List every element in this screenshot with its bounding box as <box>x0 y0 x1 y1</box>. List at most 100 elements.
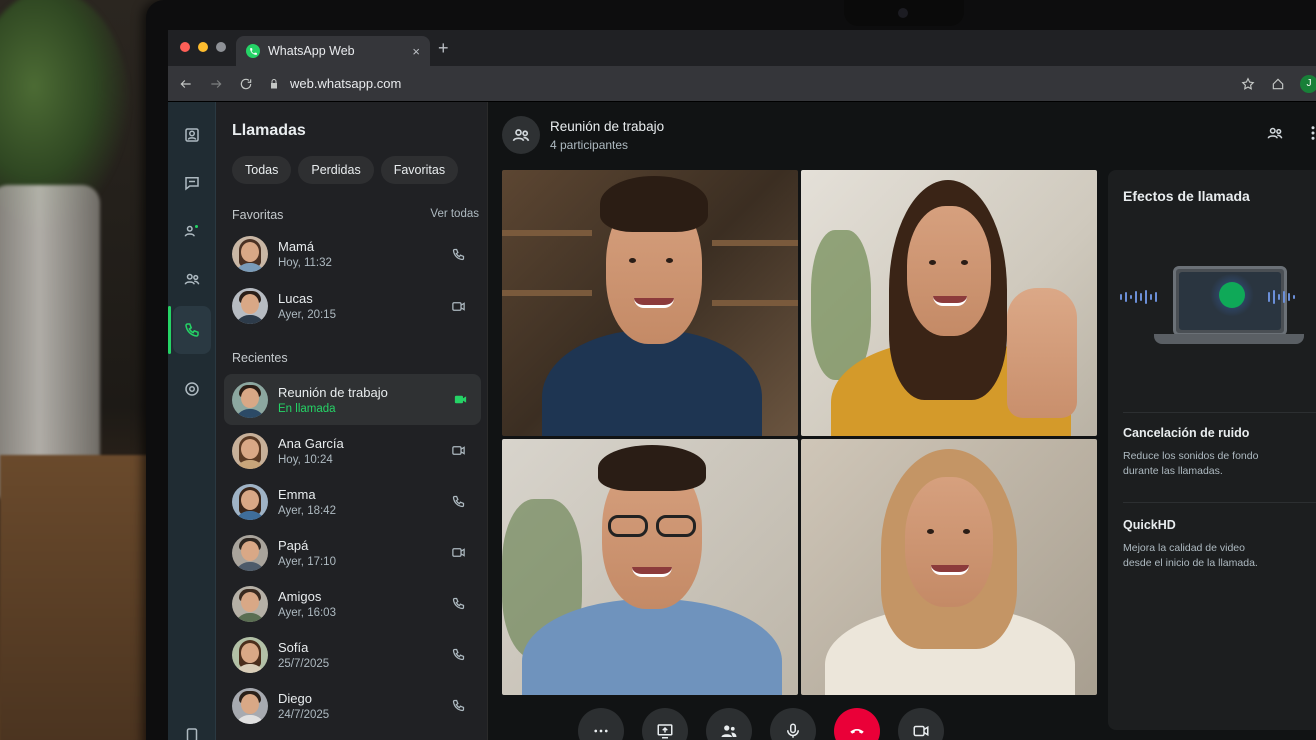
video-icon[interactable] <box>449 544 467 562</box>
call-area: Reunión de trabajo 4 participantes Efect… <box>488 102 1316 740</box>
recent-item-active[interactable]: Reunión de trabajo En llamada <box>224 374 481 425</box>
contact-name: Ana García <box>278 435 344 451</box>
extensions-icon[interactable] <box>1270 76 1286 92</box>
screen-share-icon[interactable] <box>642 708 688 740</box>
chip-missed[interactable]: Perdidas <box>298 156 374 184</box>
recent-item[interactable]: Papá Ayer, 17:10 <box>232 527 479 578</box>
phone-icon[interactable] <box>449 697 467 715</box>
noise-cancellation-desc: Reduce los sonidos de fondo durante las … <box>1123 450 1259 477</box>
contact-name: Emma <box>278 486 316 502</box>
avatar <box>232 687 268 724</box>
avatar <box>232 432 268 469</box>
call-time: Hoy, 11:32 <box>278 257 332 269</box>
url-field[interactable]: web.whatsapp.com <box>268 76 1226 91</box>
phone-icon[interactable] <box>449 646 467 664</box>
contact-name: Reunión de trabajo <box>278 384 388 400</box>
whatsapp-logo-icon <box>246 44 260 58</box>
messages-icon[interactable] <box>173 164 211 202</box>
more-icon[interactable] <box>578 708 624 740</box>
recent-item[interactable]: Amigos Ayer, 16:03 <box>232 578 479 629</box>
minimize-window-button[interactable] <box>198 42 208 52</box>
chip-favorites[interactable]: Favoritas <box>380 156 459 184</box>
settings-icon[interactable] <box>173 716 211 740</box>
noise-cancellation-illustration <box>1120 234 1316 364</box>
participant-count: 4 participantes <box>550 137 629 152</box>
phone-icon[interactable] <box>449 595 467 613</box>
video-icon[interactable] <box>451 391 469 409</box>
participant-video-2[interactable] <box>801 170 1097 436</box>
noise-cancellation-option: Cancelación de ruido Reduce los sonidos … <box>1123 426 1316 479</box>
communities-icon[interactable] <box>173 260 211 298</box>
laptop-screen: WhatsApp Web × + web.whatsapp.com J Llam… <box>168 30 1316 740</box>
status-icon[interactable] <box>173 212 211 250</box>
call-effects-panel: Efectos de llamada Cancelación de ruido <box>1108 170 1316 730</box>
more-options-icon[interactable] <box>1304 124 1316 147</box>
whatsapp-app: Llamadas Todas Perdidas Favoritas Favori… <box>168 102 1316 740</box>
calls-icon[interactable] <box>173 306 211 354</box>
participant-video-3[interactable] <box>502 439 798 695</box>
chip-all[interactable]: Todas <box>232 156 292 184</box>
tab-close-icon[interactable]: × <box>412 44 420 59</box>
video-icon[interactable] <box>449 297 467 315</box>
end-call-icon[interactable] <box>834 708 880 740</box>
quickhd-title: QuickHD <box>1123 518 1176 532</box>
favorite-item[interactable]: Lucas Ayer, 20:15 <box>232 280 479 332</box>
group-avatar-icon <box>502 116 540 154</box>
call-status: En llamada <box>278 402 336 415</box>
contact-name: Sofía <box>278 639 309 655</box>
bookmark-star-icon[interactable] <box>1240 76 1256 92</box>
wooden-table <box>0 455 160 740</box>
browser-tabbar: WhatsApp Web × + <box>168 30 1316 66</box>
meta-ai-icon[interactable] <box>173 370 211 408</box>
avatar <box>232 236 268 272</box>
participant-video-4[interactable] <box>801 439 1097 695</box>
recent-item[interactable]: Emma Ayer, 18:42 <box>232 476 479 527</box>
call-time: Ayer, 17:10 <box>278 555 336 568</box>
call-time: 25/7/2025 <box>278 657 330 670</box>
call-title: Reunión de trabajo <box>550 118 665 134</box>
browser-tab[interactable]: WhatsApp Web × <box>236 36 430 66</box>
video-icon[interactable] <box>898 708 944 740</box>
recent-item[interactable]: Sofía 25/7/2025 <box>232 629 479 680</box>
profile-avatar[interactable]: J <box>1300 74 1316 93</box>
call-time: Hoy, 10:24 <box>278 453 333 466</box>
close-window-button[interactable] <box>180 42 190 52</box>
contact-name: Papá <box>278 537 309 553</box>
contact-name: Amigos <box>278 588 322 604</box>
new-tab-button[interactable]: + <box>438 38 449 59</box>
call-time: Ayer, 18:42 <box>278 504 336 517</box>
nav-rail <box>168 102 216 740</box>
contact-name: Mamá <box>278 239 315 254</box>
quickhd-option: QuickHD Mejora la calidad de video desde… <box>1123 518 1316 571</box>
url-text: web.whatsapp.com <box>290 76 402 91</box>
call-header: Reunión de trabajo 4 participantes <box>502 116 664 154</box>
panel-title: Llamadas <box>232 122 306 139</box>
mic-icon[interactable] <box>770 708 816 740</box>
participants-icon[interactable] <box>1266 124 1284 147</box>
call-time: Ayer, 16:03 <box>278 606 336 619</box>
active-indicator <box>168 306 171 354</box>
phone-icon[interactable] <box>449 245 467 263</box>
avatar <box>232 585 268 622</box>
phone-icon[interactable] <box>449 493 467 511</box>
recent-item[interactable]: Ana García Hoy, 10:24 <box>232 425 479 476</box>
forward-icon[interactable] <box>208 76 224 92</box>
chats-icon[interactable] <box>173 116 211 154</box>
reload-icon[interactable] <box>238 76 254 92</box>
lock-icon <box>271 78 277 88</box>
avatar <box>232 288 268 324</box>
video-grid <box>502 170 1098 695</box>
video-icon[interactable] <box>449 442 467 460</box>
participant-video-1[interactable] <box>502 170 798 436</box>
participants-icon[interactable] <box>706 708 752 740</box>
noise-cancellation-title: Cancelación de ruido <box>1123 426 1250 440</box>
maximize-window-button[interactable] <box>216 42 226 52</box>
contact-name: Diego <box>278 690 312 706</box>
filter-chips: Todas Perdidas Favoritas <box>232 156 479 184</box>
recent-item[interactable]: Diego 24/7/2025 <box>232 680 479 731</box>
call-time: Ayer, 20:15 <box>278 309 336 321</box>
back-icon[interactable] <box>178 76 194 92</box>
favorite-item[interactable]: Mamá Hoy, 11:32 <box>232 228 479 280</box>
address-bar: web.whatsapp.com J <box>168 66 1316 102</box>
see-all-link[interactable]: Ver todas <box>430 208 479 222</box>
